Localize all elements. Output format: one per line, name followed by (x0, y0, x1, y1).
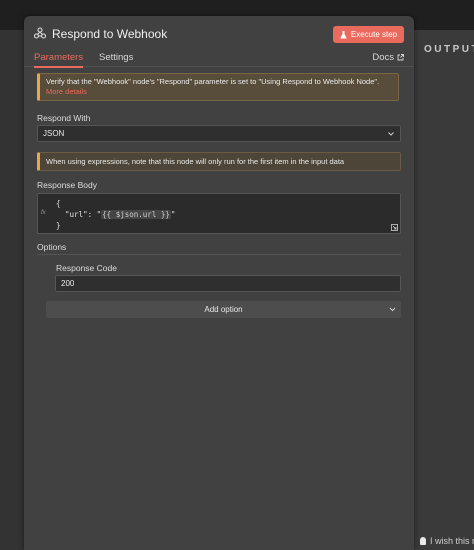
chevron-down-icon (389, 307, 396, 312)
panel-tabs: Parameters Settings Docs (24, 50, 414, 68)
json-url-expression: {{ $json.url }} (101, 210, 171, 219)
execute-step-label: Execute step (350, 30, 398, 39)
panel-header: Respond to Webhook Execute step (24, 16, 414, 50)
add-option-button[interactable]: Add option (46, 301, 401, 318)
webhook-warning-notice: Verify that the "Webhook" node's "Respon… (37, 73, 399, 101)
response-code-label: Response Code (56, 263, 117, 273)
response-body-code: { "url": "{{ $json.url }}" } (56, 199, 176, 230)
expression-info-notice: When using expressions, note that this n… (37, 152, 401, 171)
docs-label: Docs (372, 52, 394, 63)
options-divider (37, 254, 401, 255)
warning-text: Verify that the "Webhook" node's "Respon… (46, 77, 380, 86)
fx-icon: fx (41, 210, 46, 216)
tab-parameters[interactable]: Parameters (34, 52, 84, 68)
add-option-label: Add option (204, 305, 243, 314)
respond-with-value: JSON (43, 129, 65, 138)
response-body-label: Response Body (37, 180, 98, 190)
input-panel-strip (0, 30, 24, 550)
lightbulb-icon (420, 537, 426, 545)
tab-settings[interactable]: Settings (99, 52, 133, 66)
feedback-text: I wish this n (430, 536, 474, 546)
chevron-down-icon (388, 132, 394, 136)
external-link-icon (397, 54, 404, 61)
response-body-editor[interactable]: fx { "url": "{{ $json.url }}" } (37, 193, 401, 234)
docs-link[interactable]: Docs (372, 52, 404, 63)
output-label: OUTPUT (424, 44, 474, 55)
options-heading: Options (37, 242, 67, 252)
response-code-input[interactable]: 200 (55, 275, 401, 292)
more-details-link[interactable]: More details (46, 87, 392, 97)
output-panel (414, 30, 474, 550)
response-code-value: 200 (61, 279, 75, 288)
feedback-prompt[interactable]: I wish this n (420, 536, 474, 546)
node-title: Respond to Webhook (52, 27, 168, 41)
respond-with-label: Respond With (37, 113, 91, 123)
webhook-icon (34, 27, 46, 39)
respond-with-select[interactable]: JSON (37, 125, 401, 142)
info-text: When using expressions, note that this n… (46, 157, 345, 166)
node-parameters-panel: Respond to Webhook Execute step Paramete… (24, 16, 414, 550)
flask-icon (340, 30, 347, 38)
expand-editor-icon[interactable] (391, 224, 398, 231)
execute-step-button[interactable]: Execute step (333, 26, 404, 43)
